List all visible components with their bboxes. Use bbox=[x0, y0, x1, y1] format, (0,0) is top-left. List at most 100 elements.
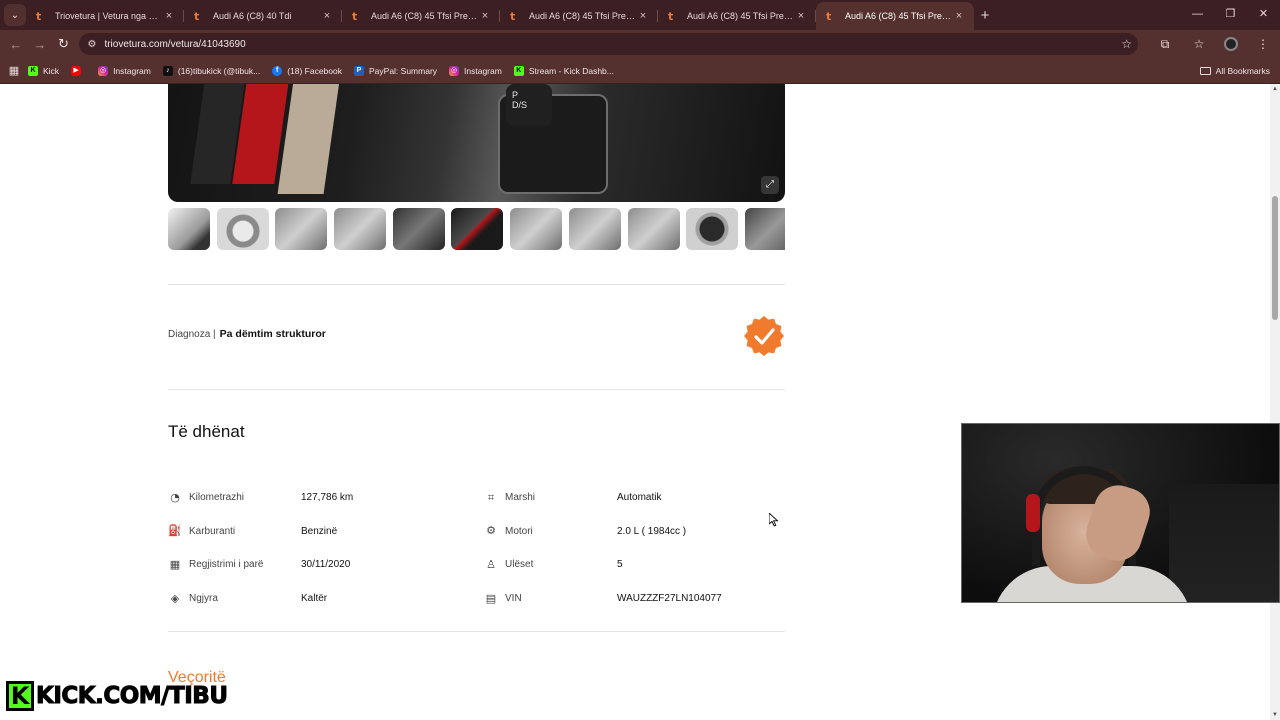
minimize-icon[interactable]: — bbox=[1181, 0, 1214, 28]
forward-icon[interactable]: → bbox=[28, 37, 52, 52]
photo-thumbnail[interactable] bbox=[744, 208, 785, 250]
site-favicon-icon: t bbox=[194, 9, 200, 23]
bookmark-item[interactable]: ◎ Instagram bbox=[449, 65, 502, 76]
close-icon[interactable]: × bbox=[794, 10, 808, 22]
site-favicon-icon: t bbox=[36, 9, 42, 23]
webcam-background bbox=[1169, 484, 1279, 602]
bookmark-item[interactable]: P PayPal: Summary bbox=[354, 65, 437, 76]
close-window-icon[interactable]: ✕ bbox=[1247, 0, 1280, 28]
close-icon[interactable]: × bbox=[162, 10, 176, 22]
details-title: Të dhënat bbox=[168, 422, 245, 441]
kick-icon: K bbox=[513, 65, 524, 76]
browser-tab[interactable]: t Audi A6 (C8) 40 Tdi × bbox=[184, 2, 342, 30]
photo-thumbnail[interactable] bbox=[510, 208, 563, 250]
specs-left-column: ◔ Kilometrazhi 127,786 km ⛽ Karburanti B… bbox=[168, 481, 468, 615]
spec-row-vin: ▤ VIN WAUZZZF27LN104077 bbox=[484, 582, 784, 616]
tab-strip: ⌄ t Triovetura | Vetura nga Korea × t Audi … bbox=[0, 0, 1280, 30]
kick-icon: K bbox=[28, 65, 38, 76]
facebook-icon: f bbox=[272, 65, 283, 76]
scroll-down-icon[interactable]: ▼ bbox=[1270, 712, 1280, 718]
browser-tab[interactable]: t Triovetura | Vetura nga Korea × bbox=[26, 2, 184, 30]
site-favicon-icon: t bbox=[510, 9, 516, 23]
site-favicon-icon: t bbox=[826, 9, 832, 23]
browser-tab-active[interactable]: t Audi A6 (C8) 45 Tfsi Premium× bbox=[816, 2, 974, 30]
document-icon: ▤ bbox=[485, 591, 497, 605]
bookmark-item[interactable]: ▶ bbox=[71, 65, 86, 76]
photo-thumbnail[interactable] bbox=[392, 208, 445, 250]
diagnosis-label: Diagnoza | bbox=[168, 329, 216, 340]
calendar-icon: ▦ bbox=[169, 557, 181, 571]
address-bar[interactable]: ⚙ triovetura.com/vetura/41043690 ☆ bbox=[79, 33, 1138, 55]
scrollbar-thumb[interactable] bbox=[1272, 196, 1278, 320]
fuel-pump-icon: ⛽ bbox=[168, 524, 182, 538]
spec-value: Automatik bbox=[617, 492, 662, 504]
photo-thumbnail[interactable] bbox=[686, 208, 739, 250]
photo-thumbnail[interactable] bbox=[568, 208, 621, 250]
url-text[interactable]: triovetura.com/vetura/41043690 bbox=[104, 39, 1121, 50]
speedometer-icon: ◔ bbox=[170, 490, 180, 504]
browser-tab[interactable]: t Audi A6 (C8) 45 Tfsi Premium× bbox=[500, 2, 658, 30]
bookmark-item[interactable]: K Stream - Kick Dashb... bbox=[513, 65, 614, 76]
main-car-photo[interactable]: P D/S ⤢ bbox=[168, 84, 785, 202]
bookmarks-panel-icon[interactable]: ☆ bbox=[1182, 37, 1216, 51]
extensions-icon[interactable]: ⧉ bbox=[1148, 37, 1182, 52]
photo-thumbnail[interactable] bbox=[216, 208, 269, 250]
restore-icon[interactable]: ❐ bbox=[1214, 0, 1247, 28]
photo-thumbnail-selected[interactable] bbox=[451, 208, 504, 250]
page-scrollbar[interactable]: ▲ ▼ bbox=[1270, 84, 1280, 720]
back-icon[interactable]: ← bbox=[4, 37, 28, 52]
listing-page: P D/S ⤢ Diagnoza | Pa dëmtim strukturor T… bbox=[0, 84, 1270, 720]
divider bbox=[168, 284, 785, 285]
fullscreen-icon[interactable]: ⤢ bbox=[761, 176, 779, 194]
spec-value: 2.0 L ( 1984cc ) bbox=[617, 525, 687, 537]
photo-thumbnail[interactable] bbox=[334, 208, 387, 250]
verified-check-icon bbox=[744, 316, 784, 356]
instagram-icon: ◎ bbox=[449, 65, 460, 76]
photo-thumbnail[interactable] bbox=[275, 208, 328, 250]
all-bookmarks[interactable]: All Bookmarks bbox=[1199, 58, 1270, 84]
spec-row-color: ◈ Ngjyra Kaltër bbox=[168, 582, 468, 616]
reload-icon[interactable]: ↻ bbox=[52, 36, 76, 52]
browser-tab[interactable]: t Audi A6 (C8) 45 Tfsi Premium× bbox=[342, 2, 500, 30]
spec-row-fuel: ⛽ Karburanti Benzinë bbox=[168, 515, 468, 549]
site-info-icon[interactable]: ⚙ bbox=[87, 39, 96, 50]
bookmark-item[interactable]: ♪ (16)tibukick (@tibuk... bbox=[162, 65, 260, 76]
apps-grid-icon[interactable]: ▦ bbox=[0, 64, 28, 77]
browser-toolbar: ← → ↻ ⚙ triovetura.com/vetura/41043690 ☆… bbox=[0, 30, 1280, 58]
divider bbox=[168, 631, 785, 632]
photo-thumbnail[interactable] bbox=[627, 208, 680, 250]
close-icon[interactable]: × bbox=[320, 10, 334, 22]
browser-tab[interactable]: t Audi A6 (C8) 45 Tfsi Premium× bbox=[658, 2, 816, 30]
spec-label: Ngjyra bbox=[189, 593, 218, 605]
close-icon[interactable]: × bbox=[478, 10, 492, 22]
divider bbox=[168, 389, 785, 390]
kick-channel-text: KICK.COM/TIBU bbox=[36, 683, 229, 710]
headset-icon bbox=[1026, 494, 1040, 532]
paypal-icon: P bbox=[354, 65, 364, 76]
tab-search-button[interactable]: ⌄ bbox=[4, 4, 26, 26]
tab-title: Audi A6 (C8) 45 Tfsi Premium bbox=[845, 11, 952, 21]
bookmark-item[interactable]: K Kick bbox=[28, 65, 59, 76]
spec-value: Kaltër bbox=[301, 593, 328, 605]
new-tab-button[interactable]: + bbox=[974, 7, 996, 24]
all-bookmarks-label: All Bookmarks bbox=[1215, 66, 1270, 76]
scroll-up-icon[interactable]: ▲ bbox=[1270, 86, 1280, 92]
bookmark-item[interactable]: f (18) Facebook bbox=[272, 65, 342, 76]
close-icon[interactable]: × bbox=[952, 10, 966, 22]
tab-title: Triovetura | Vetura nga Korea bbox=[55, 11, 162, 21]
bookmark-item[interactable]: ◎ Instagram bbox=[98, 65, 151, 76]
bookmark-star-icon[interactable]: ☆ bbox=[1121, 37, 1132, 51]
spec-label: Regjistrimi i parë bbox=[189, 559, 264, 571]
gearbox-icon: ⌗ bbox=[487, 490, 495, 504]
menu-kebab-icon[interactable]: ⋮ bbox=[1246, 37, 1280, 51]
profile-avatar[interactable] bbox=[1224, 37, 1238, 51]
engine-icon: ⚙ bbox=[486, 524, 496, 538]
photo-detail bbox=[277, 84, 341, 194]
tiktok-icon: ♪ bbox=[162, 65, 173, 76]
photo-thumbnail[interactable] bbox=[168, 208, 210, 250]
tab-title: Audi A6 (C8) 45 Tfsi Premium bbox=[687, 11, 794, 21]
webcam-overlay bbox=[961, 423, 1280, 603]
spec-value: 30/11/2020 bbox=[301, 559, 351, 571]
close-icon[interactable]: × bbox=[636, 10, 650, 22]
spec-row-mileage: ◔ Kilometrazhi 127,786 km bbox=[168, 481, 468, 515]
